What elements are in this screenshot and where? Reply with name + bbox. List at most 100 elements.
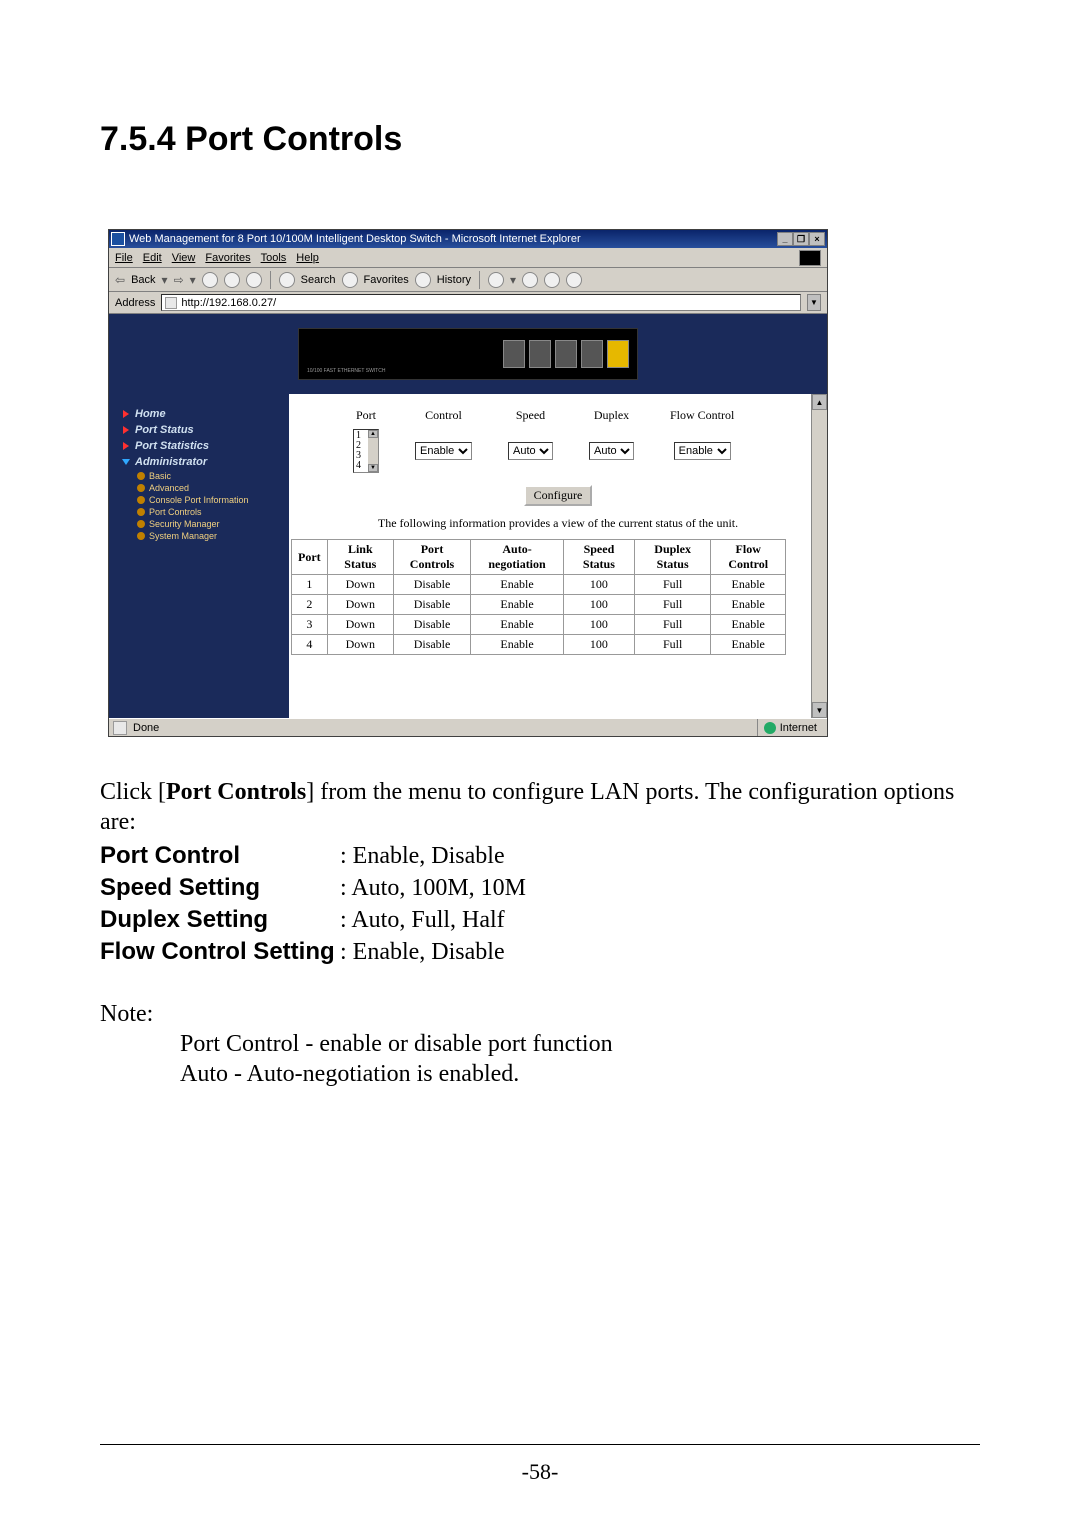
address-input[interactable]: http://192.168.0.27/ <box>161 294 801 311</box>
back-dropdown-icon[interactable]: ▾ <box>162 273 168 287</box>
duplex-select[interactable]: Auto <box>589 442 634 460</box>
setting-value: : Enable, Disable <box>340 937 530 969</box>
note-block: Note: Port Control - enable or disable p… <box>100 999 980 1089</box>
note-line: Port Control - enable or disable port fu… <box>100 1029 980 1059</box>
print-icon[interactable] <box>522 272 538 288</box>
sidebar-sub-label: System Manager <box>149 531 217 541</box>
note-line: Auto - Auto-negotiation is enabled. <box>100 1059 980 1089</box>
address-dropdown-icon[interactable]: ▼ <box>807 294 821 311</box>
close-button[interactable]: × <box>809 232 825 246</box>
sidebar-sub-label: Advanced <box>149 483 189 493</box>
menu-view[interactable]: View <box>172 252 196 264</box>
scroll-down-icon[interactable]: ▼ <box>812 702 827 718</box>
ie-content: 10/100 FAST ETHERNET SWITCH Home <box>109 314 827 718</box>
address-label: Address <box>115 297 155 309</box>
listbox-scrollbar[interactable]: ▲▼ <box>368 430 378 472</box>
ie-throbber-icon <box>799 250 821 266</box>
sidebar-sub-advanced[interactable]: Advanced <box>109 482 289 494</box>
gear-icon <box>137 532 145 540</box>
ie-addressbar: Address http://192.168.0.27/ ▼ <box>109 292 827 314</box>
forward-dropdown-icon[interactable]: ▾ <box>190 273 196 287</box>
port-jack-icon <box>555 340 577 368</box>
stop-icon[interactable] <box>202 272 218 288</box>
sidebar-sub-label: Console Port Information <box>149 495 249 505</box>
scroll-down-icon[interactable]: ▼ <box>368 464 378 472</box>
sidebar-item-port-statistics[interactable]: Port Statistics <box>109 438 289 454</box>
ie-menubar: File Edit View Favorites Tools Help <box>109 248 827 268</box>
col-speed: Speed <box>490 408 571 429</box>
favorites-label[interactable]: Favorites <box>364 274 409 286</box>
sidebar-sub-basic[interactable]: Basic <box>109 470 289 482</box>
zone-label: Internet <box>780 722 817 734</box>
minimize-button[interactable]: _ <box>777 232 793 246</box>
table-row: 3DownDisableEnable100FullEnable <box>292 615 786 635</box>
forward-button[interactable]: ⇨ <box>174 273 184 287</box>
setting-value: : Enable, Disable <box>340 841 530 873</box>
favorites-icon[interactable] <box>342 272 358 288</box>
gear-icon <box>137 520 145 528</box>
security-zone: Internet <box>757 719 823 736</box>
setting-label: Speed Setting <box>100 873 340 905</box>
search-label[interactable]: Search <box>301 274 336 286</box>
gear-icon <box>137 484 145 492</box>
port-listbox[interactable]: 1 2 3 4 ▲▼ <box>353 429 379 473</box>
setting-label: Duplex Setting <box>100 905 340 937</box>
menu-edit[interactable]: Edit <box>143 252 162 264</box>
maximize-button[interactable]: ❐ <box>793 232 809 246</box>
info-text: The following information provides a vie… <box>289 516 827 531</box>
refresh-icon[interactable] <box>224 272 240 288</box>
port-jack-icon <box>607 340 629 368</box>
device-banner: 10/100 FAST ETHERNET SWITCH <box>109 314 827 394</box>
sidebar-sub-label: Basic <box>149 471 171 481</box>
sidebar-sub-system-manager[interactable]: System Manager <box>109 530 289 542</box>
menu-file[interactable]: File <box>115 252 133 264</box>
device-label: 10/100 FAST ETHERNET SWITCH <box>307 334 397 374</box>
window-title: Web Management for 8 Port 10/100M Intell… <box>129 233 777 245</box>
footer-rule <box>100 1444 980 1445</box>
sidebar-item-port-status[interactable]: Port Status <box>109 422 289 438</box>
configure-button[interactable]: Configure <box>524 485 593 506</box>
history-label[interactable]: History <box>437 274 471 286</box>
discuss-icon[interactable] <box>566 272 582 288</box>
speed-select[interactable]: Auto <box>508 442 553 460</box>
page-number: -58- <box>0 1459 1080 1485</box>
sidebar-sub-port-controls[interactable]: Port Controls <box>109 506 289 518</box>
th-port: Port <box>292 540 328 575</box>
sidebar-item-administrator[interactable]: Administrator <box>109 454 289 470</box>
port-jack-icon <box>581 340 603 368</box>
control-select[interactable]: Enable <box>415 442 472 460</box>
back-label[interactable]: Back <box>131 274 155 286</box>
section-heading: 7.5.4 Port Controls <box>100 120 980 159</box>
edit-icon[interactable] <box>544 272 560 288</box>
arrow-icon <box>123 426 129 434</box>
table-row: 2DownDisableEnable100FullEnable <box>292 595 786 615</box>
port-jack-icon <box>503 340 525 368</box>
sidebar-sub-security-manager[interactable]: Security Manager <box>109 518 289 530</box>
back-button[interactable]: ⇦ <box>115 273 125 287</box>
menu-favorites[interactable]: Favorites <box>205 252 250 264</box>
scroll-up-icon[interactable]: ▲ <box>368 430 378 438</box>
controls-form: Port Control Speed Duplex Flow Control 1… <box>335 408 752 473</box>
col-duplex: Duplex <box>571 408 652 429</box>
status-text: Done <box>133 722 159 734</box>
th-autoneg: Auto-negotiation <box>471 540 564 575</box>
sidebar-sub-console-port-info[interactable]: Console Port Information <box>109 494 289 506</box>
menu-tools[interactable]: Tools <box>261 252 287 264</box>
home-icon[interactable] <box>246 272 262 288</box>
arrow-icon <box>122 459 130 465</box>
th-flow: Flow Control <box>711 540 786 575</box>
menu-help[interactable]: Help <box>296 252 319 264</box>
vertical-scrollbar[interactable]: ▲ ▼ <box>811 394 827 718</box>
arrow-icon <box>123 442 129 450</box>
search-icon[interactable] <box>279 272 295 288</box>
gear-icon <box>137 472 145 480</box>
mail-dropdown-icon[interactable]: ▾ <box>510 273 516 287</box>
sidebar-item-label: Port Status <box>135 424 194 436</box>
flow-select[interactable]: Enable <box>674 442 731 460</box>
sidebar-item-home[interactable]: Home <box>109 406 289 422</box>
mail-icon[interactable] <box>488 272 504 288</box>
history-icon[interactable] <box>415 272 431 288</box>
ie-toolbar: ⇦ Back ▾ ⇨ ▾ Search Favorites History ▾ <box>109 268 827 292</box>
scroll-up-icon[interactable]: ▲ <box>812 394 827 410</box>
arrow-icon <box>123 410 129 418</box>
